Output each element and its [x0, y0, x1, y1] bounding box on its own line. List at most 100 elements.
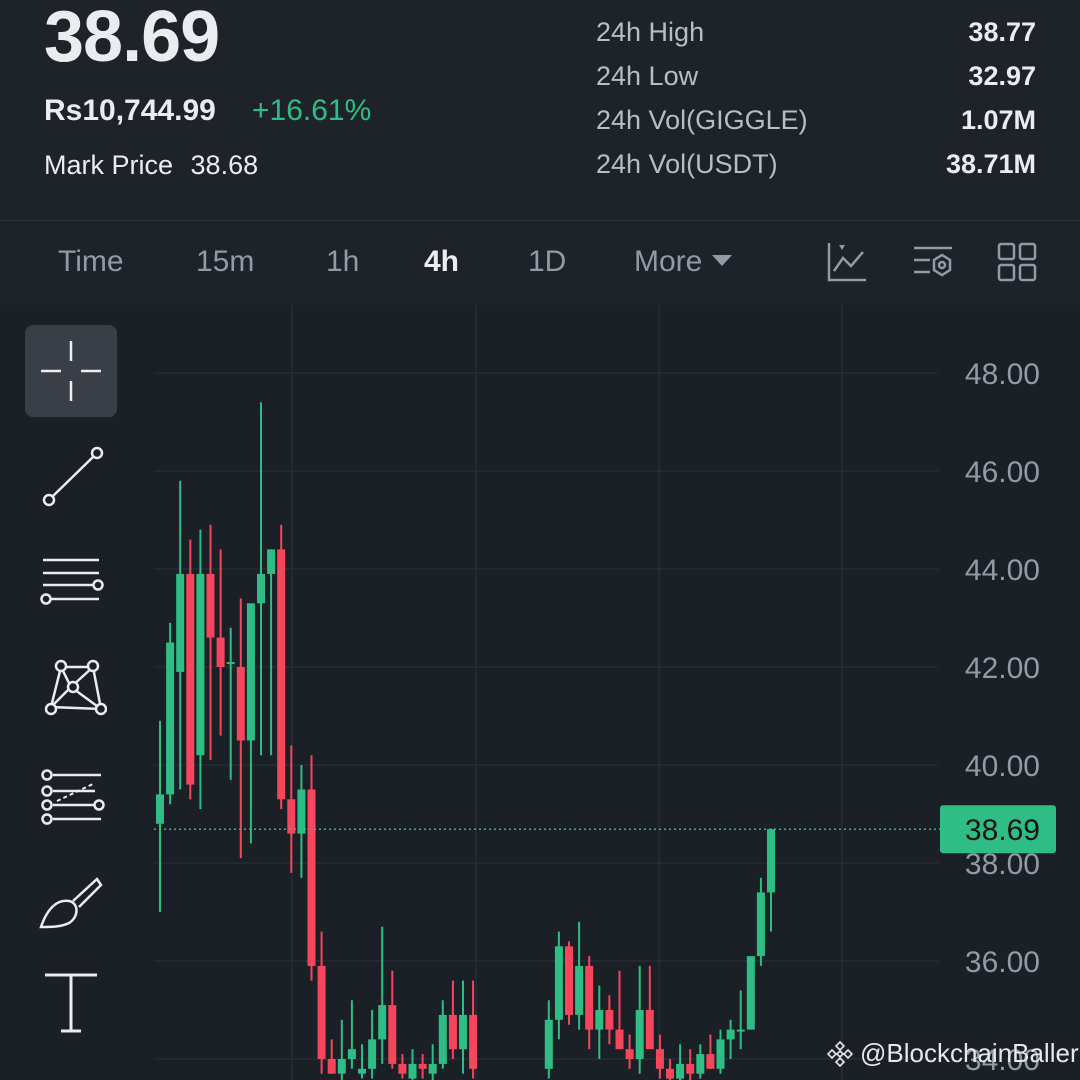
text-icon: [45, 973, 97, 1033]
y-tick-label: 46.00: [965, 456, 1040, 489]
pattern-tool[interactable]: [25, 643, 117, 735]
stat-value: 1.07M: [960, 104, 1036, 135]
candle-body: [378, 1005, 387, 1040]
candle-body: [736, 1029, 745, 1032]
candle-body: [166, 642, 175, 795]
candle-body: [726, 1029, 735, 1040]
candle-body: [216, 637, 225, 667]
tab-time[interactable]: Time: [58, 245, 124, 279]
market-header: 38.69 Rs10,744.99 +16.61% Mark Price 38.…: [0, 0, 1080, 220]
candle-body: [655, 1049, 664, 1069]
y-axis: 48.0046.0044.0042.0040.0038.0036.0034.00: [965, 358, 1040, 1077]
mark-price-value: 38.68: [190, 150, 259, 180]
candle-body: [459, 1014, 467, 1050]
candle-body: [756, 892, 765, 957]
local-currency-price: Rs10,744.99: [44, 94, 216, 127]
tab-4h[interactable]: 4h: [424, 245, 459, 279]
candle-body: [196, 573, 205, 756]
watermark: @BlockchainBaller: [826, 1038, 1079, 1069]
tab-more[interactable]: More: [634, 245, 733, 279]
crosshair-tool[interactable]: [25, 325, 117, 417]
y-tick-label: 44.00: [965, 554, 1040, 587]
candle-body: [666, 1068, 674, 1079]
candle-body: [388, 1005, 397, 1064]
grid-layout-icon[interactable]: [996, 241, 1038, 283]
candle-body: [246, 603, 255, 741]
mark-price-label: Mark Price: [44, 150, 174, 180]
candle-body: [565, 946, 573, 1015]
candle-body: [236, 667, 245, 741]
horizontal-lines-icon: [40, 558, 104, 605]
candle-body: [176, 573, 185, 672]
candle-body: [575, 965, 584, 1015]
stat-label: 24h High: [596, 16, 705, 47]
stat-row: 24h Vol(USDT) 38.71M: [596, 142, 1036, 186]
candle-body: [469, 1014, 478, 1069]
y-tick-label: 36.00: [965, 946, 1040, 979]
fib-tool[interactable]: [25, 749, 117, 841]
candle-body: [625, 1049, 634, 1059]
candle-body: [716, 1039, 725, 1069]
candle-body: [645, 1010, 654, 1050]
text-tool[interactable]: [25, 955, 117, 1047]
candle-body: [186, 573, 195, 785]
crosshair-icon: [41, 341, 101, 401]
mark-price-row: Mark Price 38.68: [44, 150, 258, 181]
chart-settings-icon[interactable]: [912, 241, 954, 283]
candle-body: [696, 1054, 705, 1074]
candle-body: [267, 549, 276, 574]
candle-body: [585, 965, 594, 1030]
chart-candles: [156, 402, 775, 1080]
interval-tabbar: Time 15m 1h 4h 1D More: [0, 221, 1080, 305]
candle-body: [448, 1014, 457, 1050]
candle-body: [635, 1010, 644, 1059]
horizontal-lines-tool[interactable]: [25, 537, 117, 629]
candle-body: [408, 1063, 417, 1079]
candlestick-chart[interactable]: 48.0046.0044.0042.0040.0038.0036.0034.00…: [0, 305, 1080, 1080]
change-percent: +16.61%: [252, 94, 372, 127]
candle-body: [156, 794, 164, 824]
stat-label: 24h Vol(USDT): [596, 148, 778, 179]
tab-15m[interactable]: 15m: [196, 245, 254, 279]
current-price-label: 38.69: [965, 814, 1040, 847]
last-price: 38.69: [44, 0, 220, 77]
candle-body: [544, 1019, 553, 1069]
stat-label: 24h Low: [596, 60, 699, 91]
y-tick-label: 42.00: [965, 652, 1040, 685]
candle-body: [226, 662, 235, 665]
stat-row: 24h Low 32.97: [596, 54, 1036, 98]
watermark-text: @BlockchainBaller: [860, 1038, 1079, 1068]
tab-1d[interactable]: 1D: [528, 245, 566, 279]
stat-label: 24h Vol(GIGGLE): [596, 104, 808, 135]
candle-body: [358, 1068, 366, 1074]
candle-body: [327, 1059, 336, 1074]
binance-logo-icon: [826, 1040, 854, 1067]
stat-row: 24h Vol(GIGGLE) 1.07M: [596, 98, 1036, 142]
candle-body: [368, 1039, 377, 1069]
stats-panel: 24h High 38.77 24h Low 32.97 24h Vol(GIG…: [596, 10, 1036, 186]
drawing-toolbar: [0, 305, 140, 1080]
y-tick-label: 48.00: [965, 358, 1040, 391]
brush-tool[interactable]: [25, 855, 117, 947]
candle-body: [297, 789, 306, 834]
line-chart-icon[interactable]: [826, 241, 868, 283]
trend-line-tool[interactable]: [25, 431, 117, 523]
trend-line-icon: [42, 446, 104, 507]
candle-body: [706, 1054, 715, 1069]
candle-body: [686, 1063, 695, 1074]
candle-body: [767, 829, 775, 893]
candle-body: [418, 1063, 427, 1069]
stat-value: 38.71M: [945, 148, 1036, 179]
candle-body: [605, 1010, 614, 1030]
y-tick-label: 40.00: [965, 750, 1040, 783]
tab-1h[interactable]: 1h: [326, 245, 359, 279]
candle-body: [307, 789, 316, 966]
candle-body: [615, 1029, 624, 1050]
candle-body: [398, 1063, 407, 1074]
candle-body: [257, 573, 265, 604]
candle-body: [428, 1063, 437, 1074]
candle-body: [206, 573, 215, 638]
fib-retracement-icon: [41, 769, 105, 825]
candle-body: [554, 946, 563, 1020]
tab-more-label: More: [634, 245, 703, 278]
